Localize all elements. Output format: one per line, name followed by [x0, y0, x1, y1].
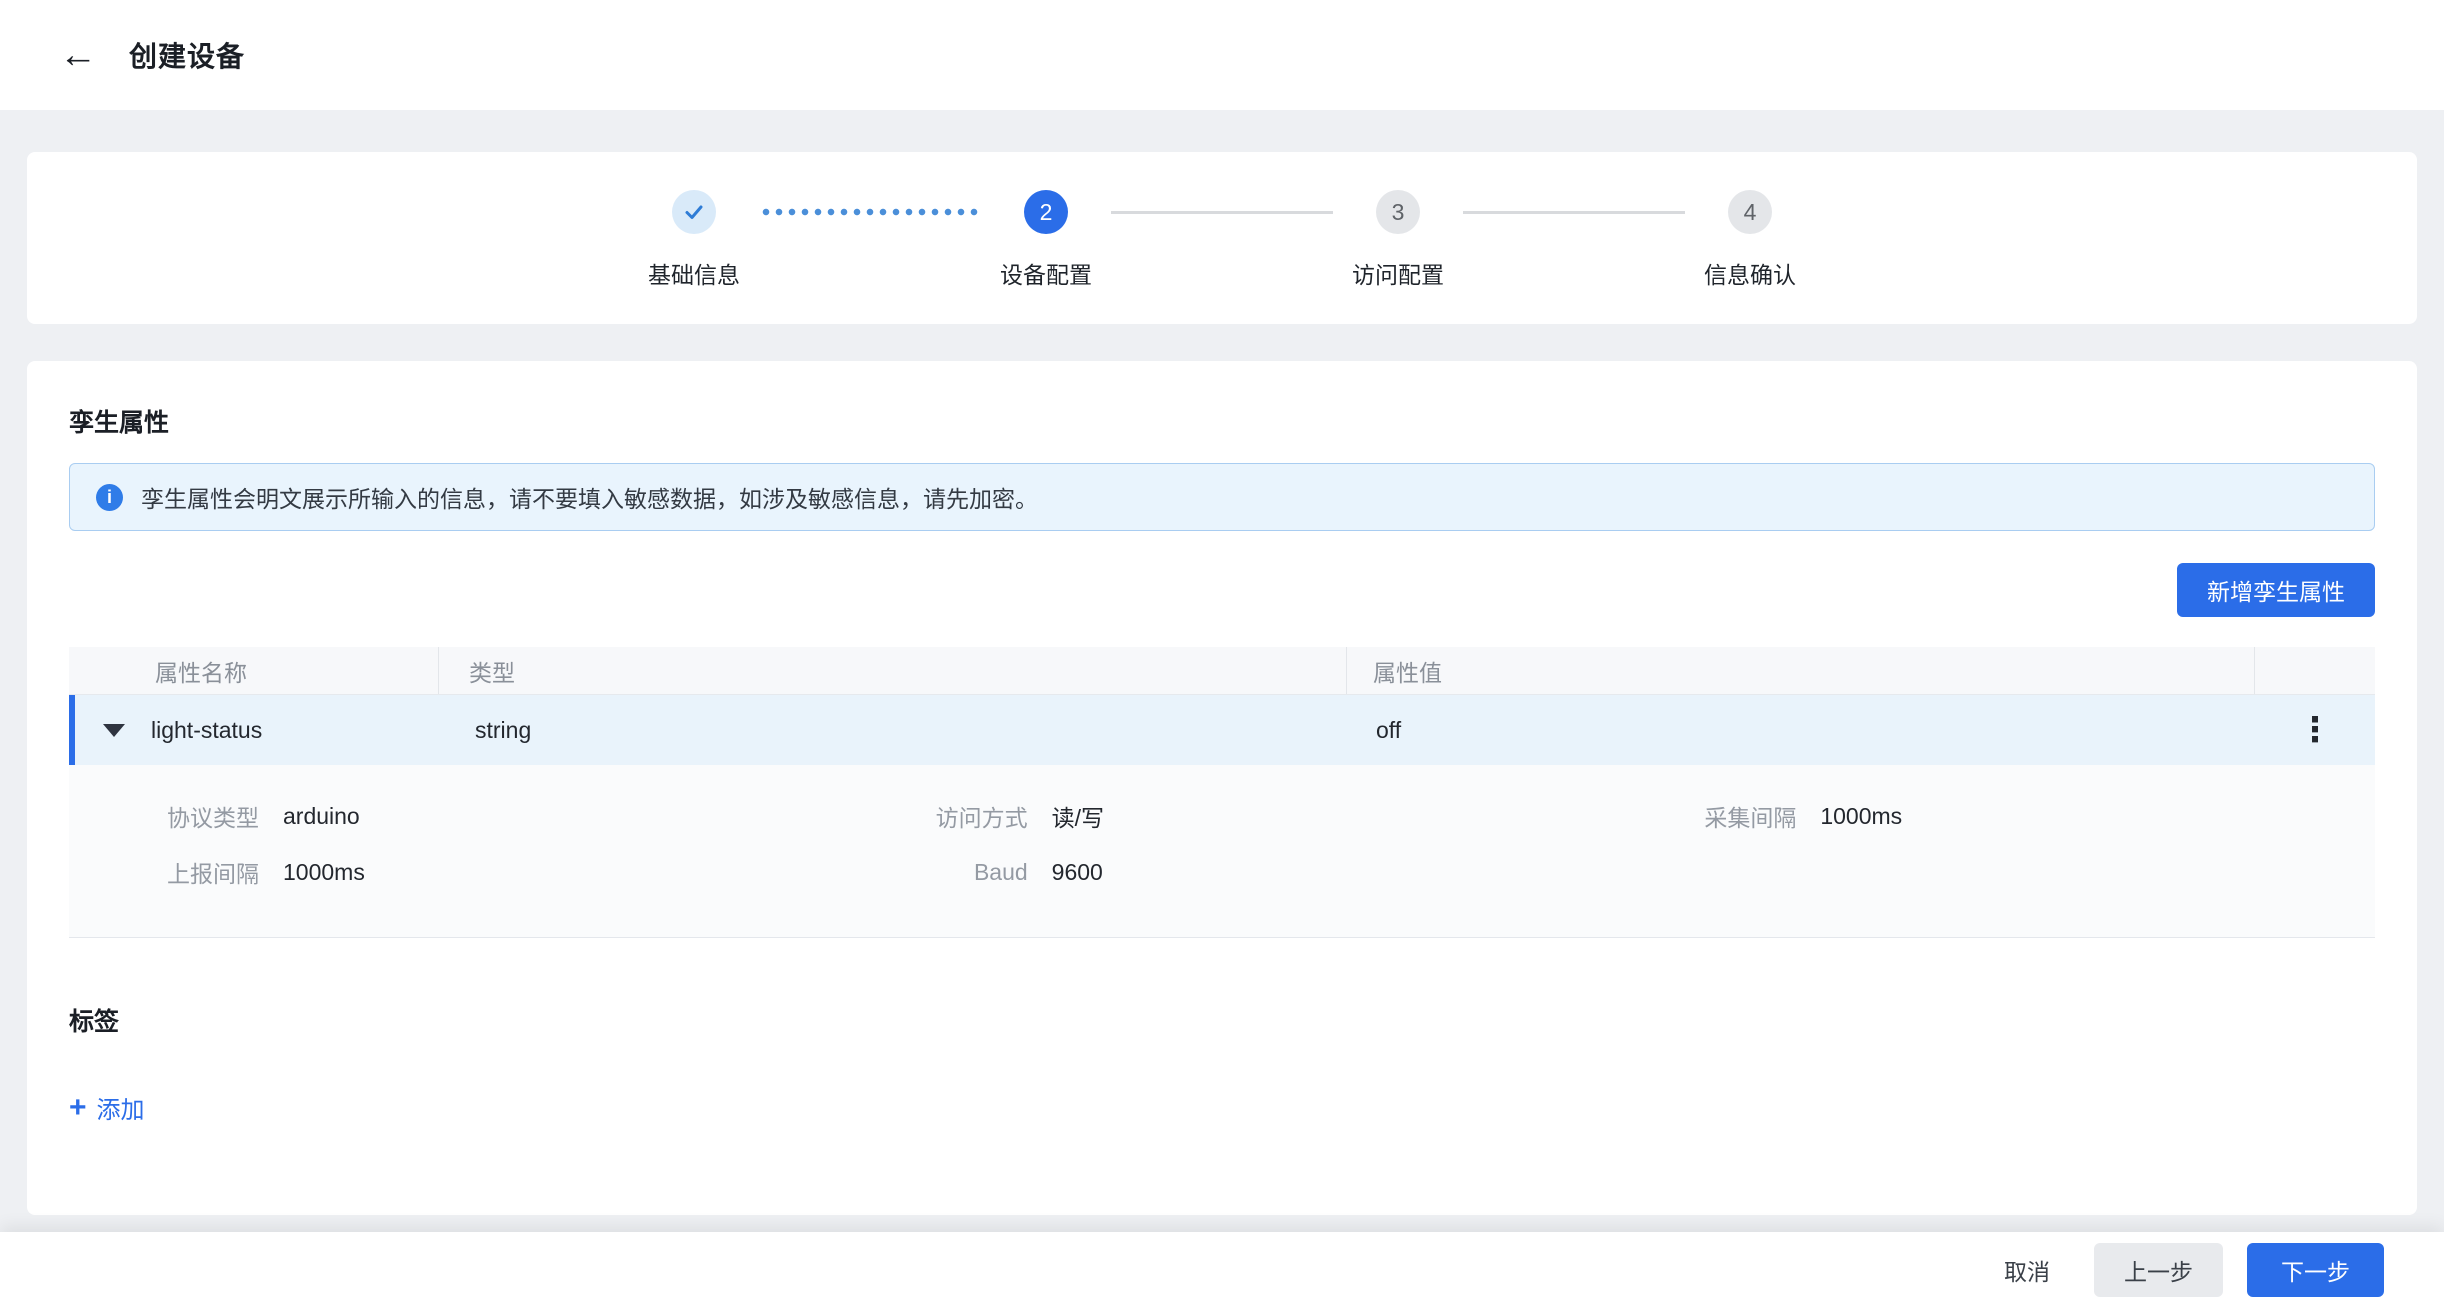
step-connector	[1463, 211, 1685, 214]
cancel-button[interactable]: 取消	[1984, 1243, 2070, 1297]
detail-item: 访问方式 读/写	[838, 799, 1607, 833]
column-header-value: 属性值	[1347, 647, 2255, 694]
step-connector	[1111, 211, 1333, 214]
detail-value: 读/写	[1052, 799, 1104, 833]
detail-value: 9600	[1052, 859, 1103, 886]
step-pending-circle: 4	[1728, 190, 1772, 234]
table-row: light-status string off ⋮	[69, 695, 2375, 765]
detail-item: 上报间隔 1000ms	[69, 855, 838, 889]
table-header-row: 属性名称 类型 属性值	[69, 647, 2375, 695]
column-header-actions	[2255, 647, 2375, 694]
step-label: 信息确认	[1704, 256, 1796, 290]
twin-attributes-table: 属性名称 类型 属性值 light-status string off ⋮ 协议…	[69, 647, 2375, 938]
step-pending-circle: 3	[1376, 190, 1420, 234]
add-tag-link[interactable]: + 添加	[69, 1090, 145, 1125]
device-config-card: 孪生属性 i 孪生属性会明文展示所输入的信息，请不要填入敏感数据，如涉及敏感信息…	[27, 361, 2417, 1215]
step-done-circle	[672, 190, 716, 234]
wizard-stepper: 基础信息 2 设备配置 3 访问配置 4 信息确认	[629, 190, 1815, 290]
previous-step-button[interactable]: 上一步	[2094, 1243, 2223, 1297]
step-label: 基础信息	[648, 256, 740, 290]
detail-label: 采集间隔	[1606, 799, 1796, 833]
section-title-tags: 标签	[69, 1002, 2375, 1038]
step-device-config[interactable]: 2 设备配置	[981, 190, 1111, 290]
column-header-name: 属性名称	[69, 647, 439, 694]
wizard-footer: 取消 上一步 下一步	[0, 1232, 2444, 1308]
step-connector-dotted	[759, 208, 981, 216]
detail-item: 协议类型 arduino	[69, 799, 838, 833]
detail-label: 访问方式	[838, 799, 1028, 833]
add-tag-label: 添加	[97, 1090, 145, 1125]
detail-item: Baud 9600	[838, 855, 1607, 889]
detail-label: Baud	[838, 859, 1028, 886]
top-bar: ← 创建设备	[0, 0, 2444, 110]
back-button[interactable]: ←	[55, 32, 101, 78]
step-info-confirm[interactable]: 4 信息确认	[1685, 190, 1815, 290]
table-toolbar: 新增孪生属性	[69, 563, 2375, 617]
cell-attribute-name: light-status	[75, 695, 445, 765]
twin-attributes-alert: i 孪生属性会明文展示所输入的信息，请不要填入敏感数据，如涉及敏感信息，请先加密…	[69, 463, 2375, 531]
step-label: 设备配置	[1000, 256, 1092, 290]
info-icon: i	[96, 484, 123, 511]
add-twin-attribute-button[interactable]: 新增孪生属性	[2177, 563, 2375, 617]
attribute-details-panel: 协议类型 arduino 访问方式 读/写 采集间隔 1000ms 上报间隔 1…	[69, 765, 2375, 938]
attribute-name: light-status	[151, 717, 262, 744]
step-label: 访问配置	[1352, 256, 1444, 290]
detail-label: 上报间隔	[69, 855, 259, 889]
column-header-type: 类型	[439, 647, 1347, 694]
stepper-card: 基础信息 2 设备配置 3 访问配置 4 信息确认	[27, 152, 2417, 324]
detail-item: 采集间隔 1000ms	[1606, 799, 2375, 833]
collapse-caret-icon[interactable]	[103, 724, 125, 737]
detail-value: arduino	[283, 803, 360, 830]
page-title: 创建设备	[129, 35, 245, 75]
detail-label: 协议类型	[69, 799, 259, 833]
section-title-twin-attributes: 孪生属性	[69, 403, 2375, 439]
back-arrow-icon: ←	[59, 34, 97, 76]
attribute-value: off	[1350, 695, 2255, 765]
detail-value: 1000ms	[283, 859, 365, 886]
step-access-config[interactable]: 3 访问配置	[1333, 190, 1463, 290]
more-actions-icon[interactable]: ⋮	[2298, 713, 2332, 747]
plus-icon: +	[69, 1093, 87, 1123]
detail-value: 1000ms	[1820, 803, 1902, 830]
step-active-circle: 2	[1024, 190, 1068, 234]
cell-actions: ⋮	[2255, 695, 2375, 765]
alert-text: 孪生属性会明文展示所输入的信息，请不要填入敏感数据，如涉及敏感信息，请先加密。	[141, 480, 1038, 514]
step-basic-info[interactable]: 基础信息	[629, 190, 759, 290]
next-step-button[interactable]: 下一步	[2247, 1243, 2384, 1297]
attribute-type: string	[445, 695, 1350, 765]
check-icon	[682, 200, 706, 224]
